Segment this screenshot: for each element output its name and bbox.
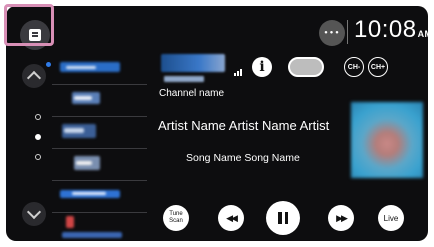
signal-strength-icon — [234, 68, 244, 76]
preset-item[interactable] — [52, 148, 147, 181]
pause-button[interactable] — [266, 201, 300, 235]
skip-forward-button[interactable]: ▶▶ — [328, 205, 354, 231]
preset-toggle-button[interactable] — [288, 57, 324, 77]
preset-logo-text — [62, 232, 122, 238]
channel-name: Channel name — [159, 88, 225, 99]
chevron-down-icon — [26, 204, 42, 220]
info-button[interactable]: i — [252, 57, 272, 77]
preset-item[interactable] — [52, 180, 147, 213]
preset-logo-text — [76, 161, 92, 165]
status-divider — [347, 20, 348, 44]
current-station-logo-sub — [164, 76, 204, 82]
preset-item[interactable] — [52, 84, 147, 117]
more-options-button[interactable]: ••• — [319, 20, 345, 46]
clock-ampm: AM — [417, 29, 428, 39]
clock: 10:08AM — [354, 16, 428, 44]
preset-logo-text — [74, 96, 92, 100]
preset-item[interactable] — [52, 116, 147, 149]
channel-down-label: CH- — [347, 63, 361, 71]
preset-logo — [66, 216, 74, 228]
album-art — [351, 102, 423, 178]
preset-logo-text — [72, 192, 106, 195]
scroll-down-button[interactable] — [22, 202, 46, 226]
skip-forward-icon: ▶▶ — [336, 212, 348, 223]
song-name: Song Name Song Name — [186, 152, 300, 164]
artist-name: Artist Name Artist Name Artist — [158, 118, 330, 133]
tune-scan-button[interactable]: Tune Scan — [163, 205, 189, 231]
chevron-up-icon — [26, 70, 42, 86]
live-label: Live — [383, 213, 399, 223]
preset-logo-text — [64, 128, 84, 133]
channel-up-button[interactable]: CH+ — [368, 57, 388, 77]
pause-icon — [278, 212, 288, 224]
scroll-up-button[interactable] — [22, 64, 46, 88]
tune-scan-label-line1: Tune — [169, 211, 183, 217]
clock-time: 10:08 — [354, 16, 417, 43]
radio-screen: ••• 10:08AM — [6, 6, 428, 241]
tune-scan-label-line2: Scan — [169, 218, 183, 224]
current-station-logo — [161, 54, 225, 72]
menu-button-highlight — [4, 4, 54, 46]
preset-item[interactable] — [46, 52, 147, 85]
page-indicator-dot — [35, 114, 41, 120]
more-options-icon: ••• — [323, 29, 341, 37]
preset-item[interactable] — [52, 212, 147, 241]
preset-list — [46, 52, 147, 241]
preset-logo-text — [66, 66, 96, 69]
skip-back-button[interactable]: ◀◀ — [218, 205, 244, 231]
channel-up-label: CH+ — [370, 63, 386, 71]
info-icon: i — [259, 59, 265, 75]
channel-down-button[interactable]: CH- — [344, 57, 364, 77]
selected-indicator — [46, 62, 51, 67]
skip-back-icon: ◀◀ — [226, 212, 238, 223]
page-indicator-dot — [35, 154, 41, 160]
live-button[interactable]: Live — [378, 205, 404, 231]
page-indicator-dot-active — [35, 134, 41, 140]
